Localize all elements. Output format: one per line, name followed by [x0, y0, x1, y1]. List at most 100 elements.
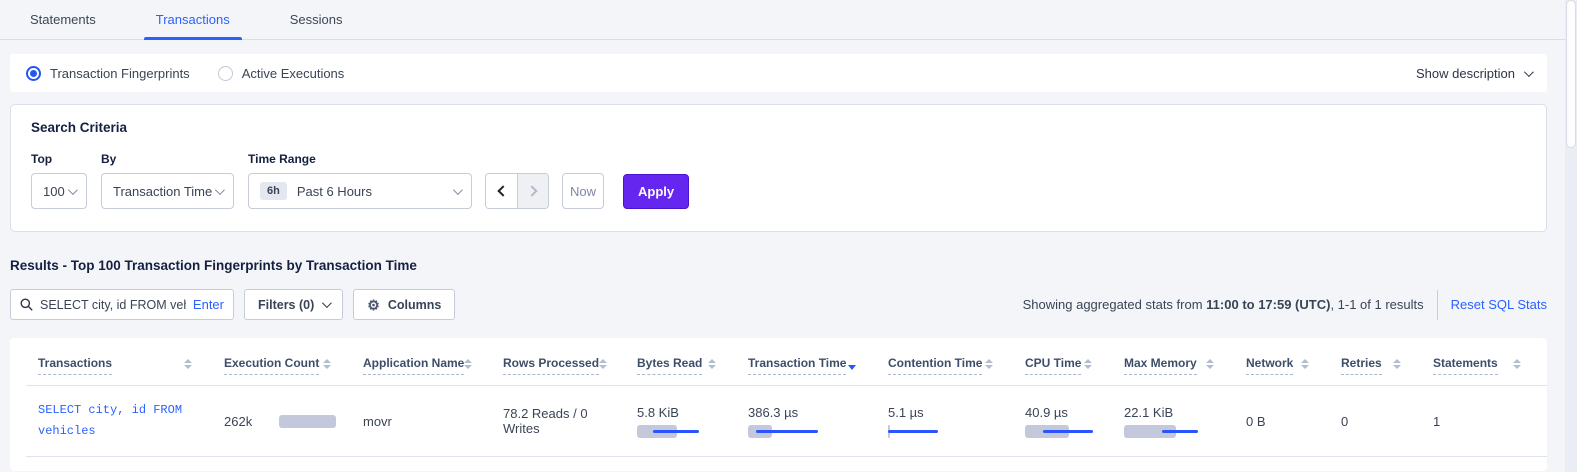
column-header-transactions[interactable]: Transactions [26, 342, 218, 386]
column-header-bytes-read[interactable]: Bytes Read [631, 342, 742, 386]
top-select[interactable]: 100 [31, 173, 87, 209]
text-cell: 1 [1427, 386, 1547, 457]
column-header-network[interactable]: Network [1240, 342, 1335, 386]
count-bar [279, 415, 336, 428]
top-field: Top 100 [31, 152, 101, 209]
transactions-table: Transactions Execution Count Application N… [26, 342, 1547, 457]
sort-icon[interactable] [1513, 356, 1521, 369]
by-field: By Transaction Time [101, 152, 248, 209]
sort-icon[interactable] [323, 356, 331, 369]
column-header-retries[interactable]: Retries [1335, 342, 1427, 386]
time-range-pager [485, 173, 549, 209]
mean-bar [1043, 430, 1093, 433]
sort-icon[interactable] [708, 356, 716, 369]
page-tabs: Statements Transactions Sessions [0, 0, 1565, 40]
columns-button[interactable]: ⚙ Columns [353, 289, 455, 320]
results-table-card: Transactions Execution Count Application N… [10, 338, 1547, 471]
radio-unselected-icon [218, 66, 233, 81]
show-description-toggle[interactable]: Show description [1416, 66, 1531, 81]
gear-icon: ⚙ [367, 298, 380, 312]
chevron-down-icon [215, 185, 225, 195]
results-controls: Enter Filters (0) ⚙ Columns Showing aggr… [10, 289, 1547, 320]
chevron-right-icon [526, 185, 537, 196]
radio-label: Transaction Fingerprints [50, 66, 190, 81]
chevron-down-icon [1524, 67, 1534, 77]
radio-active-executions[interactable]: Active Executions [218, 66, 345, 81]
stat-bar-cell: 5.1 µs [882, 386, 1019, 457]
view-toggle-card: Transaction Fingerprints Active Executio… [10, 54, 1547, 92]
cell-value: 78.2 Reads / 0 Writes [503, 406, 588, 436]
sort-desc-active-icon[interactable] [848, 356, 856, 370]
chevron-down-icon [453, 185, 463, 195]
column-label: Statements [1433, 356, 1498, 375]
sort-icon[interactable] [1301, 356, 1309, 369]
search-icon [20, 298, 33, 311]
stat-value: 5.8 KiB [637, 405, 736, 420]
stat-bar-cell: 22.1 KiB [1118, 386, 1240, 457]
previous-interval-button[interactable] [486, 174, 517, 208]
stats-time-range: 11:00 to 17:59 (UTC) [1206, 297, 1330, 312]
cell-value: 1 [1433, 414, 1440, 429]
column-header-transaction-time[interactable]: Transaction Time [742, 342, 882, 386]
column-label: Execution Count [224, 356, 319, 375]
tab-transactions[interactable]: Transactions [150, 0, 236, 39]
column-label: Transaction Time [748, 356, 846, 375]
column-header-execution-count[interactable]: Execution Count [218, 342, 357, 386]
top-label: Top [31, 152, 101, 166]
text-cell: 0 [1335, 386, 1427, 457]
tab-sessions[interactable]: Sessions [284, 0, 349, 39]
time-range-select[interactable]: 6h Past 6 Hours [248, 173, 472, 209]
table-row: SELECT city, id FROM vehicles 262k movr 78.… [26, 386, 1547, 457]
now-button[interactable]: Now [562, 173, 604, 209]
sort-icon[interactable] [1084, 356, 1092, 369]
column-header-rows-processed[interactable]: Rows Processed [497, 342, 631, 386]
sort-icon[interactable] [1393, 356, 1401, 369]
column-header-contention-time[interactable]: Contention Time [882, 342, 1019, 386]
sort-icon[interactable] [985, 356, 993, 369]
transactions-page: Statements Transactions Sessions Transac… [0, 0, 1565, 471]
sort-icon[interactable] [1206, 356, 1214, 369]
enter-hint[interactable]: Enter [193, 297, 224, 312]
column-label: Retries [1341, 356, 1382, 375]
search-criteria-card: Search Criteria Top 100 By Transaction T… [10, 104, 1547, 232]
transaction-fingerprint-link[interactable]: SELECT city, id FROM vehicles [38, 403, 182, 438]
scrollbar[interactable] [1565, 0, 1577, 472]
filters-button[interactable]: Filters (0) [244, 289, 343, 320]
time-range-label: Time Range [248, 152, 472, 166]
column-header-max-memory[interactable]: Max Memory [1118, 342, 1240, 386]
scrollbar-thumb[interactable] [1566, 0, 1576, 148]
mean-bar [756, 430, 818, 433]
stat-bar-cell: 40.9 µs [1019, 386, 1118, 457]
stat-value: 40.9 µs [1025, 405, 1112, 420]
mean-bar [1162, 430, 1198, 433]
cell-value: movr [363, 414, 392, 429]
column-label: Rows Processed [503, 356, 599, 375]
chevron-left-icon [497, 185, 508, 196]
view-mode-radio-group: Transaction Fingerprints Active Executio… [26, 66, 344, 81]
radio-transaction-fingerprints[interactable]: Transaction Fingerprints [26, 66, 190, 81]
tab-statements[interactable]: Statements [24, 0, 102, 39]
next-interval-button[interactable] [517, 174, 548, 208]
sort-icon[interactable] [464, 356, 472, 369]
radio-selected-icon [26, 66, 41, 81]
apply-button[interactable]: Apply [623, 174, 689, 209]
vertical-divider [1437, 290, 1438, 320]
column-label: Bytes Read [637, 356, 702, 375]
search-box: Enter [10, 289, 234, 320]
time-range-badge: 6h [260, 182, 287, 200]
stat-bar-cell: 386.3 µs [742, 386, 882, 457]
reset-sql-stats-link[interactable]: Reset SQL Stats [1451, 297, 1547, 312]
column-header-cpu-time[interactable]: CPU Time [1019, 342, 1118, 386]
chevron-down-icon [68, 185, 78, 195]
text-cell: 78.2 Reads / 0 Writes [497, 386, 631, 457]
column-header-statements[interactable]: Statements [1427, 342, 1547, 386]
execution-count-cell: 262k [218, 386, 357, 457]
column-label: Network [1246, 356, 1293, 375]
column-label: Contention Time [888, 356, 982, 375]
search-input[interactable] [40, 298, 186, 312]
column-header-application-name[interactable]: Application Name [357, 342, 497, 386]
by-select[interactable]: Transaction Time [101, 173, 234, 209]
sort-icon[interactable] [184, 356, 192, 369]
mean-bar [653, 430, 699, 433]
sort-icon[interactable] [599, 356, 607, 369]
